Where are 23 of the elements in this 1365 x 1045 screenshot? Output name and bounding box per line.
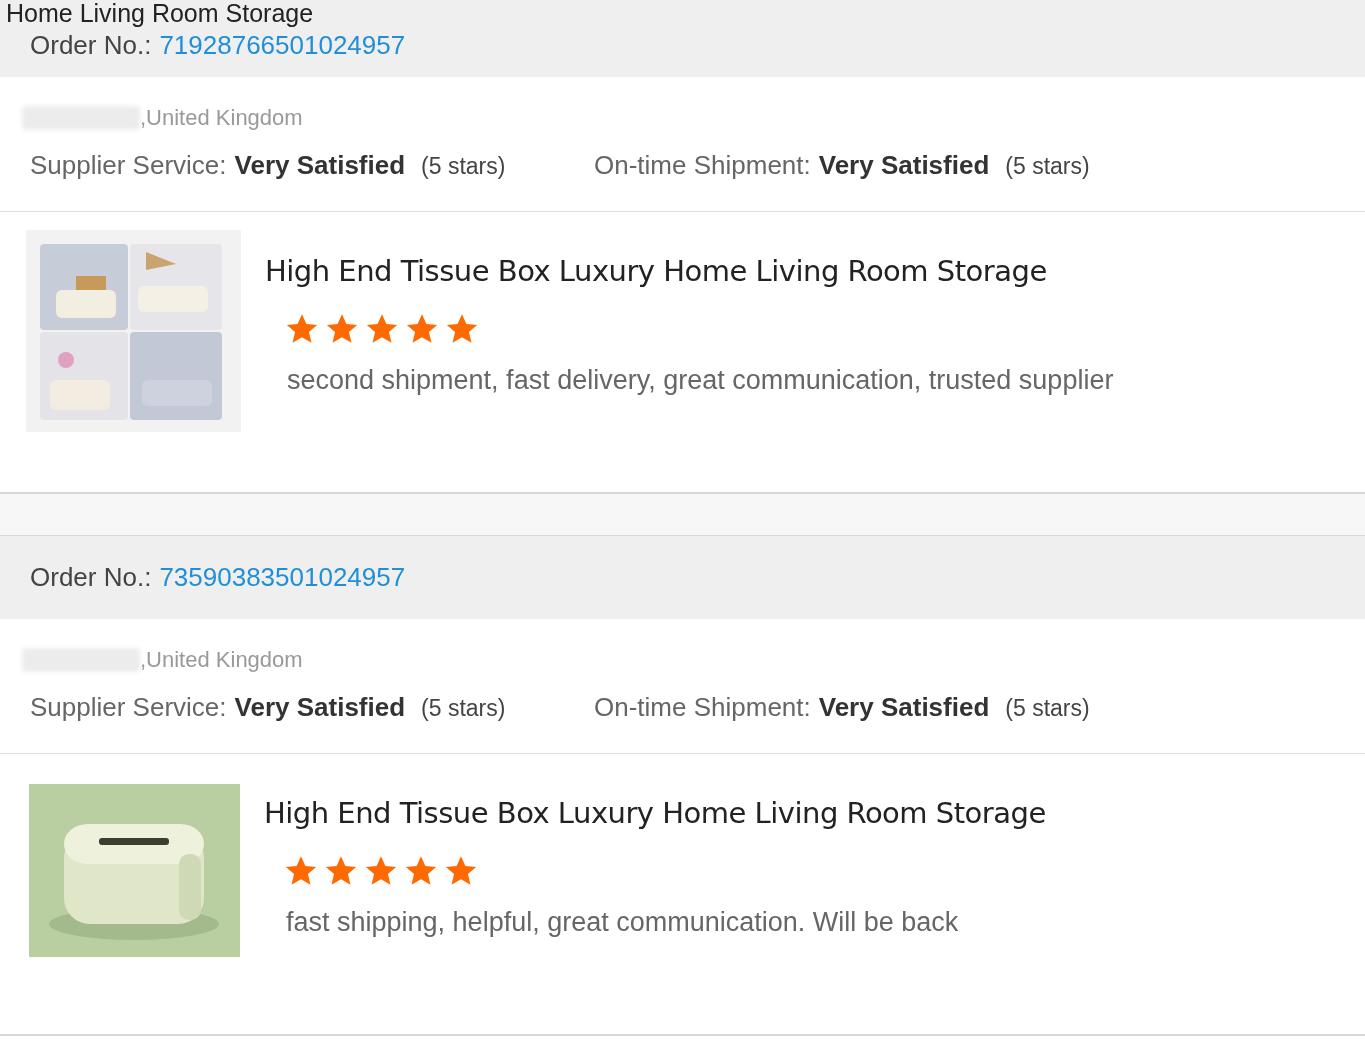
rating-label: On-time Shipment: (594, 691, 811, 724)
rating-label: On-time Shipment: (594, 149, 811, 182)
rating-value: Very Satisfied (818, 691, 990, 724)
order-label: Order No.: (30, 561, 152, 594)
rating-value: Very Satisfied (234, 691, 406, 724)
rating-value: Very Satisfied (234, 149, 406, 182)
buyer-location: ,United Kingdom (140, 104, 303, 132)
star-count: (5 stars) (1005, 694, 1090, 723)
star-count: (5 stars) (421, 152, 506, 181)
star-count: (5 stars) (1005, 152, 1090, 181)
review-comment: fast shipping, helpful, great communication. Will be back (286, 905, 960, 939)
order-label: Order No.: (30, 29, 152, 62)
rating-label: Supplier Service: (30, 691, 227, 724)
rating-value: Very Satisfied (818, 149, 990, 182)
rating-label: Supplier Service: (30, 149, 227, 182)
product-title: High End Tissue Box Luxury Home Living Room Storage (265, 253, 1048, 290)
review-comment: second shipment, fast delivery, great communication, trusted supplier (287, 363, 1114, 397)
product-title: Home Living Room Storage (0, 0, 1365, 26)
order-number-link[interactable]: 73590383501024957 (159, 558, 406, 597)
order-number-link[interactable]: 71928766501024957 (159, 26, 406, 65)
buyer-location: ,United Kingdom (140, 646, 303, 674)
product-title: High End Tissue Box Luxury Home Living Room Storage (264, 795, 1046, 832)
star-count: (5 stars) (421, 694, 506, 723)
